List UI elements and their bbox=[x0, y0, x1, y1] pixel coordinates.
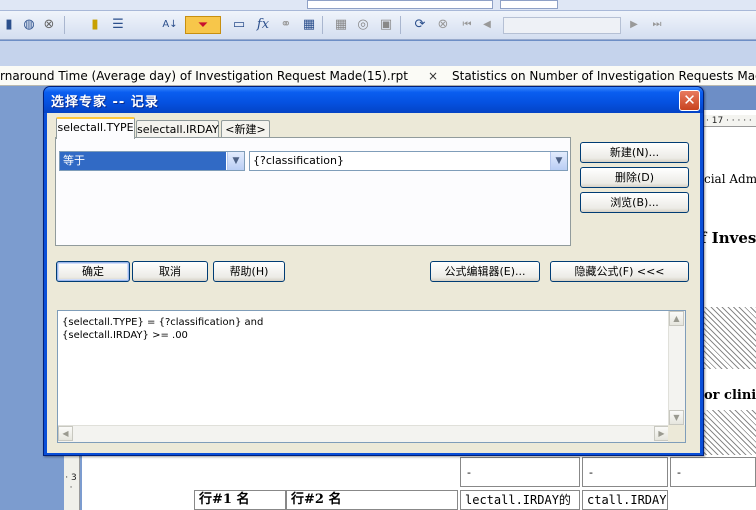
last-page-icon[interactable]: ⏭ bbox=[648, 16, 666, 34]
print-icon[interactable]: ▭ bbox=[230, 16, 248, 34]
scroll-down-icon[interactable]: ▼ bbox=[669, 410, 684, 425]
list-icon[interactable]: ☰ bbox=[109, 16, 127, 34]
report-field-box[interactable]: - bbox=[460, 457, 580, 487]
chevron-down-icon[interactable]: ▼ bbox=[550, 152, 567, 170]
table-cell-row1-name[interactable]: 行#1 名 bbox=[194, 490, 286, 510]
report-title-fragment: f Invest bbox=[700, 229, 756, 247]
formula-textarea[interactable]: {selectall.TYPE} = {?classification} and… bbox=[57, 310, 686, 443]
table-cell-irday-2[interactable]: ctall.IRDAY bbox=[582, 490, 668, 510]
parameter-select[interactable]: {?classification} ▼ bbox=[249, 151, 568, 171]
operator-select-value: 等于 bbox=[60, 152, 226, 170]
horizontal-ruler: · 17 · · · · · bbox=[700, 115, 756, 127]
select-expert-dialog: 选择专家 -- 记录 ✕ selectall.TYPE selectall.IR… bbox=[43, 86, 704, 456]
scroll-right-icon[interactable]: ▶ bbox=[654, 426, 669, 441]
section-icon[interactable]: ▣ bbox=[377, 16, 395, 34]
report-canvas bbox=[700, 110, 756, 510]
scroll-up-icon[interactable]: ▲ bbox=[669, 311, 684, 326]
horizontal-scrollbar[interactable]: ◀ ▶ bbox=[58, 425, 669, 442]
dialog-titlebar[interactable]: 选择专家 -- 记录 ✕ bbox=[44, 87, 703, 113]
top-toolbar bbox=[0, 0, 756, 11]
chevron-down-icon[interactable]: ▼ bbox=[227, 152, 244, 170]
document-tab-bar: rnaround Time (Average day) of Investiga… bbox=[0, 66, 756, 86]
dialog-title: 选择专家 -- 记录 bbox=[51, 95, 159, 110]
dialog-client-area: selectall.TYPE selectall.IRDAY <新建> 等于 ▼… bbox=[47, 113, 700, 453]
chart-icon[interactable]: ▮ bbox=[0, 16, 18, 34]
new-button[interactable]: 新建(N)... bbox=[580, 142, 689, 163]
vertical-ruler: · 3 · bbox=[64, 455, 80, 510]
stop-icon[interactable]: ⊗ bbox=[434, 16, 452, 34]
toolbar-field-small[interactable] bbox=[500, 0, 558, 9]
report-text-fragment: or clini bbox=[704, 388, 756, 403]
toolbar-spacer bbox=[0, 41, 756, 66]
vertical-scrollbar[interactable]: ▲ ▼ bbox=[668, 311, 685, 425]
tab-turnaround-report[interactable]: rnaround Time (Average day) of Investiga… bbox=[0, 66, 420, 86]
ok-button[interactable]: 确定 bbox=[56, 261, 130, 282]
table-icon[interactable]: ▦ bbox=[332, 16, 350, 34]
hatched-section bbox=[700, 307, 756, 369]
tab-selectall-type[interactable]: selectall.TYPE bbox=[56, 117, 135, 139]
help-button[interactable]: 帮助(H) bbox=[213, 261, 285, 282]
cancel-button[interactable]: 取消 bbox=[132, 261, 208, 282]
close-tab-icon[interactable]: × bbox=[428, 66, 438, 86]
scroll-left-icon[interactable]: ◀ bbox=[58, 426, 73, 441]
globe-icon[interactable]: ◍ bbox=[20, 16, 38, 34]
parameter-select-value: {?classification} bbox=[253, 154, 344, 167]
cancel-circle-icon[interactable]: ⊗ bbox=[40, 16, 58, 34]
report-text-fragment: cial Admi bbox=[704, 172, 756, 186]
operator-select[interactable]: 等于 ▼ bbox=[59, 151, 245, 171]
criteria-panel: 等于 ▼ {?classification} ▼ bbox=[55, 137, 571, 246]
report-field-box[interactable]: - bbox=[582, 457, 668, 487]
report-field-box[interactable]: - bbox=[670, 457, 756, 487]
filter-icon[interactable]: ⏷ bbox=[185, 16, 221, 34]
formula-disabled-icon: ⚭ bbox=[280, 17, 292, 32]
scrollbar-corner bbox=[668, 425, 685, 442]
toolbar-separator bbox=[400, 16, 401, 34]
formula-icon[interactable]: fx bbox=[254, 16, 272, 34]
close-icon[interactable]: ✕ bbox=[679, 90, 700, 111]
group-icon[interactable]: ◎ bbox=[354, 16, 372, 34]
table-cell-irday[interactable]: lectall.IRDAY的 bbox=[460, 490, 580, 510]
toolbar-separator bbox=[322, 16, 323, 34]
hide-formula-button[interactable]: 隐藏公式(F) <<< bbox=[550, 261, 689, 282]
toolbar-separator bbox=[64, 16, 65, 34]
grid-icon[interactable]: ▦ bbox=[300, 16, 318, 34]
formula-editor-button[interactable]: 公式编辑器(E)... bbox=[430, 261, 540, 282]
page-navigator[interactable] bbox=[503, 17, 621, 34]
first-page-icon[interactable]: ⏮ bbox=[458, 16, 476, 34]
database-icon[interactable]: ▮ bbox=[86, 16, 104, 34]
main-toolbar: ▮ ◍ ⊗ ▮ ☰ A↓ ⏷ ▭ fx ⚭ ▦ ▦ ◎ ▣ ⟳ ⊗ ⏮ ◀ ▶ … bbox=[0, 11, 756, 40]
report-page-bottom: - - - 行#1 名 行#2 名 lectall.IRDAY的 ctall.I… bbox=[82, 455, 756, 510]
prev-page-icon[interactable]: ◀ bbox=[478, 16, 496, 34]
browse-button[interactable]: 浏览(B)... bbox=[580, 192, 689, 213]
refresh-icon[interactable]: ⟳ bbox=[411, 16, 429, 34]
delete-button[interactable]: 删除(D) bbox=[580, 167, 689, 188]
table-cell-row2-name[interactable]: 行#2 名 bbox=[286, 490, 458, 510]
tab-statistics-report[interactable]: Statistics on Number of Investigation Re… bbox=[452, 66, 756, 86]
formula-text: {selectall.TYPE} = {?classification} and… bbox=[62, 317, 264, 341]
sort-icon[interactable]: A↓ bbox=[161, 16, 179, 34]
toolbar-field[interactable] bbox=[307, 0, 493, 9]
next-page-icon[interactable]: ▶ bbox=[625, 16, 643, 34]
